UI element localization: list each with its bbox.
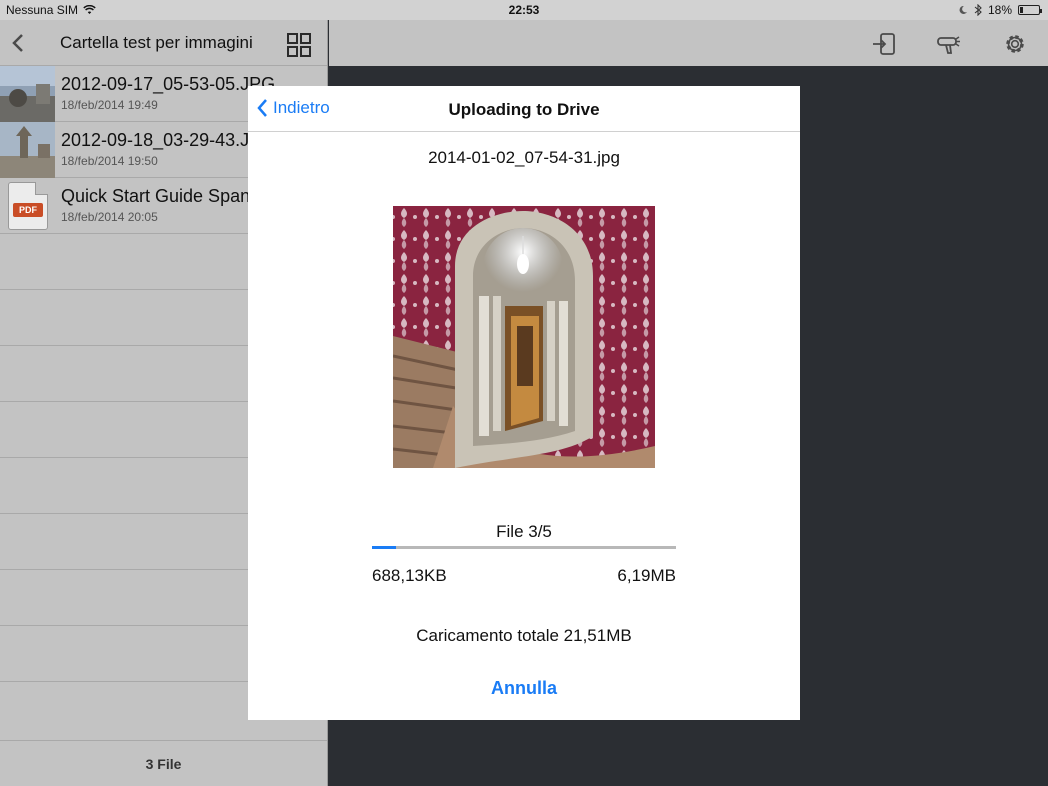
upload-dialog: Indietro Uploading to Drive 2014-01-02_0… bbox=[248, 86, 800, 720]
share-icon[interactable] bbox=[871, 31, 897, 57]
file-name: 2012-09-18_03-29-43.JPG bbox=[61, 130, 276, 150]
file-name: 2012-09-17_05-53-05.JPG bbox=[61, 74, 276, 94]
moon-icon bbox=[959, 5, 967, 14]
file-date: 18/feb/2014 19:50 bbox=[61, 154, 158, 168]
battery-icon bbox=[1018, 5, 1042, 15]
grid-view-icon[interactable] bbox=[286, 32, 312, 58]
file-date: 18/feb/2014 19:49 bbox=[61, 98, 158, 112]
file-size: 6,19MB bbox=[617, 566, 676, 585]
folder-title: Cartella test per immagini bbox=[60, 33, 253, 52]
progress-fill bbox=[372, 546, 397, 549]
status-right: 18% bbox=[958, 3, 1042, 17]
pdf-file-icon: PDF bbox=[8, 182, 48, 230]
battery-percent: 18% bbox=[987, 3, 1012, 17]
back-chevron-icon[interactable] bbox=[10, 32, 28, 54]
pdf-badge: PDF bbox=[13, 203, 43, 217]
file-count-footer: 3 File bbox=[0, 740, 327, 786]
dialog-header: Indietro Uploading to Drive bbox=[248, 86, 800, 132]
file-counter: File 3/5 bbox=[496, 522, 552, 541]
right-toolbar bbox=[329, 20, 1048, 66]
upload-progress-bar bbox=[372, 546, 676, 549]
total-upload: Caricamento totale 21,51MB bbox=[416, 626, 632, 645]
photo-thumbnail-icon bbox=[0, 122, 55, 178]
left-nav-bar: Cartella test per immagini bbox=[0, 20, 327, 66]
cancel-button[interactable]: Annulla bbox=[248, 678, 800, 699]
status-bar: Nessuna SIM 22:53 18% bbox=[0, 0, 1048, 20]
image-preview bbox=[393, 206, 655, 468]
hair-dryer-icon[interactable] bbox=[935, 31, 961, 57]
clock: 22:53 bbox=[508, 3, 540, 17]
current-file-name: 2014-01-02_07-54-31.jpg bbox=[428, 148, 620, 167]
photo-thumbnail-icon bbox=[0, 66, 55, 122]
uploaded-amount: 688,13KB bbox=[372, 566, 447, 585]
bluetooth-icon bbox=[974, 4, 982, 16]
dialog-title: Uploading to Drive bbox=[448, 100, 600, 119]
file-date: 18/feb/2014 20:05 bbox=[61, 210, 158, 224]
gear-icon[interactable] bbox=[1002, 31, 1028, 57]
